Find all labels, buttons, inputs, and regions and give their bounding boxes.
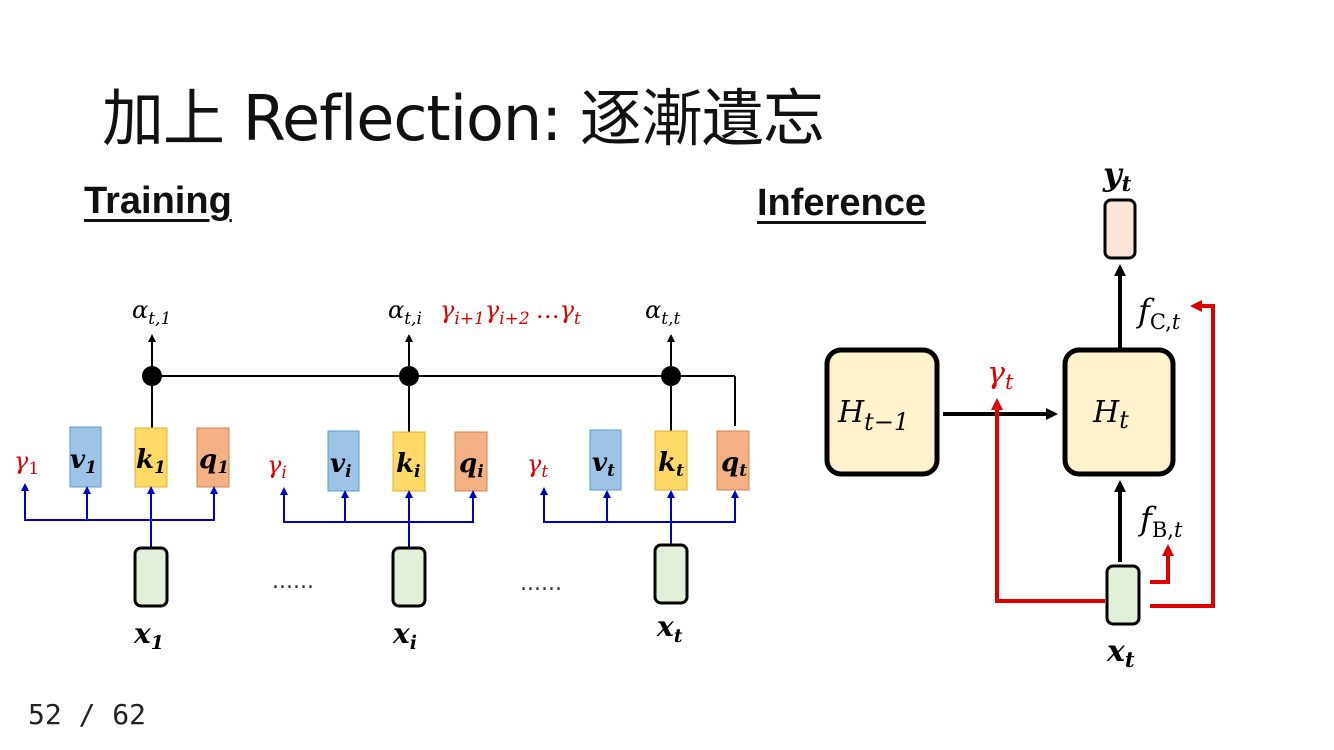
xi-label: xi — [392, 617, 417, 654]
alpha-1-label: αt,1 — [132, 296, 171, 329]
yt-output-box — [1103, 198, 1137, 260]
xi-blue-bus — [283, 492, 474, 523]
fb-red-path — [1150, 556, 1170, 584]
x1-label: x1 — [133, 617, 164, 654]
xt-label: xt — [656, 610, 683, 647]
xt-input-box — [653, 543, 689, 605]
ellipsis-1: ...... — [272, 569, 314, 594]
training-group-t: vt kt qt γt xt — [527, 429, 750, 647]
fb-label: fB,t — [1138, 500, 1183, 542]
gamma-i-label: γi — [267, 451, 287, 483]
ellipsis-2: ...... — [520, 571, 562, 596]
dot-product-node-1 — [142, 366, 162, 386]
fc-label: fC,t — [1136, 292, 1181, 334]
xt-inference-box — [1105, 564, 1141, 626]
dot-product-node-t — [661, 366, 681, 386]
xt-inference-label: xt — [1106, 634, 1135, 672]
xt-blue-bus — [543, 492, 736, 523]
alpha-i-label: αt,i — [388, 296, 422, 329]
gamma-1-label: γ1 — [14, 447, 39, 479]
x1-blue-bus — [24, 489, 215, 521]
gamma-t-label: γt — [527, 450, 548, 482]
training-group-1: v1 k1 q1 γ1 x1 — [14, 426, 230, 654]
xi-input-box — [391, 546, 427, 608]
gamma-product-label: γi+1γi+2 …γt — [440, 296, 581, 329]
attention-diagram: αt,1 αt,i γi+1γi+2 …γt αt,t v1 k1 q1 γ1 x… — [14, 155, 1215, 672]
gamma-t-inference-label: γt — [987, 356, 1014, 394]
inference-diagram: yt fC,t Ht−1 Ht γt fB,t xt — [824, 155, 1215, 672]
alpha-t-label: αt,t — [645, 296, 680, 329]
yt-label: yt — [1102, 155, 1132, 196]
dot-product-node-i — [399, 366, 419, 386]
training-group-i: vi ki qi γi xi — [267, 430, 488, 654]
x1-input-box — [133, 546, 169, 608]
